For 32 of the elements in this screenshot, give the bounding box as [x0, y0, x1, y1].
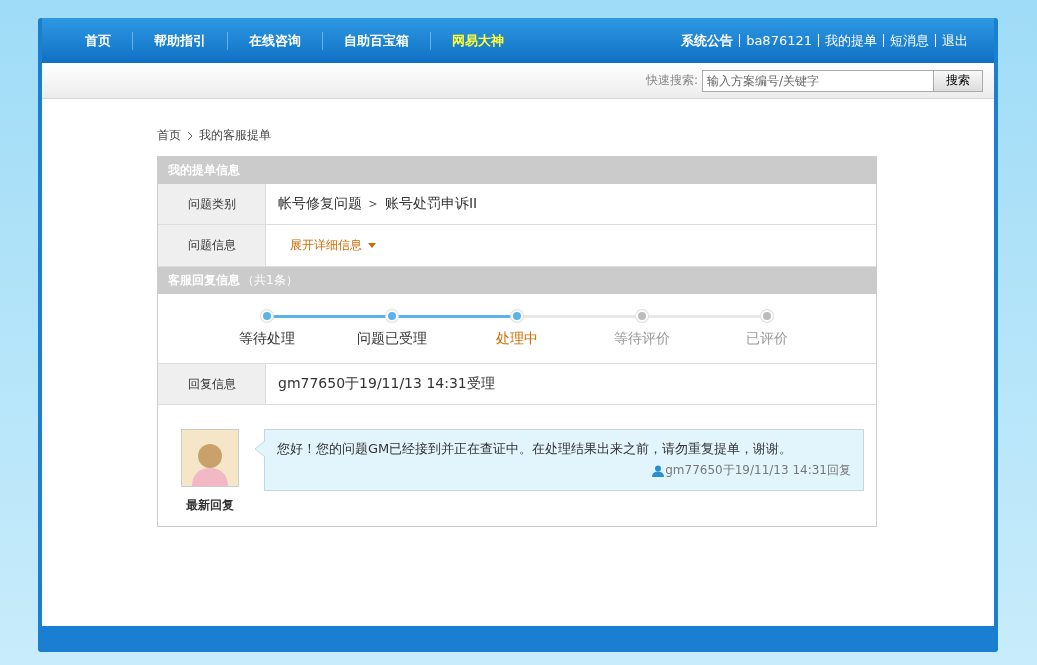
chevron-icon	[187, 130, 193, 141]
field-label: 问题类别	[158, 184, 266, 224]
avatar-caption: 最新回复	[186, 497, 234, 514]
breadcrumb-link[interactable]: 首页	[157, 127, 181, 144]
nav-link[interactable]: 首页	[64, 31, 133, 50]
user-link[interactable]: 短消息	[883, 34, 935, 47]
field-label: 问题信息	[158, 225, 266, 266]
search-label: 快速搜索:	[645, 72, 698, 89]
search-button[interactable]: 搜索	[933, 69, 983, 92]
field-value: gm77650于19/11/13 14:31受理	[277, 374, 496, 393]
expand-link[interactable]: 展开详细信息	[290, 237, 376, 254]
user-link[interactable]: 我的提单	[818, 34, 883, 47]
step-label: 处理中	[496, 330, 538, 348]
user-link[interactable]: ba876121	[739, 34, 818, 47]
nav-link[interactable]: 网易大神	[431, 31, 525, 50]
reply-message: 您好！您的问题GM已经接到并正在查证中。在处理结果出来之前，请勿重复提单，谢谢。	[277, 440, 794, 458]
caret-icon	[368, 243, 376, 248]
step-label: 等待处理	[239, 330, 295, 348]
step-label: 问题已受理	[357, 330, 427, 348]
breadcrumb-link[interactable]: 我的客服提单	[199, 127, 271, 144]
nav-link[interactable]: 帮助指引	[133, 31, 228, 50]
user-link[interactable]: 退出	[935, 34, 974, 47]
step-label: 已评价	[746, 330, 788, 348]
field-label: 回复信息	[158, 364, 266, 404]
reply-meta: gm77650于19/11/13 14:31回复	[665, 462, 851, 479]
user-icon	[652, 464, 665, 477]
nav-link[interactable]: 在线咨询	[228, 31, 323, 50]
step-label: 等待评价	[614, 330, 670, 348]
search-field[interactable]: 输入方案编号/关键字	[702, 69, 934, 92]
field-value: 帐号修复问题 ＞ 账号处罚申诉II	[277, 194, 479, 213]
user-link[interactable]: 系统公告	[675, 34, 740, 47]
nav-link[interactable]: 自助百宝箱	[323, 31, 431, 50]
